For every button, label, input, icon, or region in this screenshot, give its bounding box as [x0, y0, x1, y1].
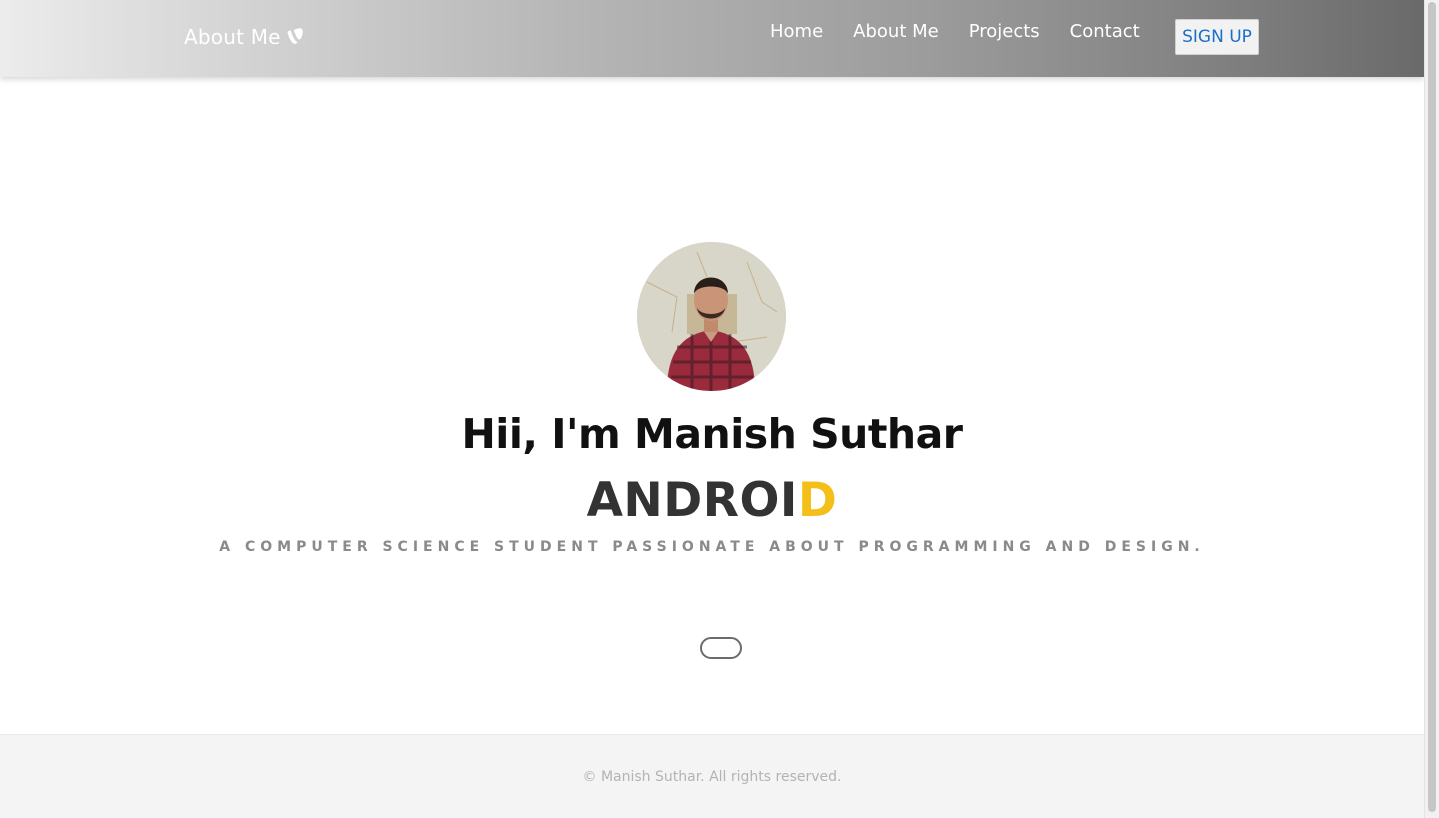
nav-links: Home About Me Projects Contact	[770, 18, 1170, 46]
nav-contact-link[interactable]: Contact	[1070, 18, 1140, 46]
profile-photo	[637, 242, 786, 391]
footer: © Manish Suthar. All rights reserved.	[0, 734, 1424, 818]
nav-projects-link[interactable]: Projects	[969, 18, 1040, 46]
hero-role-text: ANDROI	[586, 473, 798, 528]
navbar: About Me Home About Me Projects Contact …	[0, 0, 1424, 77]
profile-avatar	[637, 242, 786, 391]
hero-tagline: A COMPUTER SCIENCE STUDENT PASSIONATE AB…	[219, 539, 1205, 555]
scroll-down-indicator[interactable]	[700, 637, 742, 659]
brand-link[interactable]: About Me	[184, 22, 303, 52]
nav-home-link[interactable]: Home	[770, 18, 823, 46]
hero-title: Hii, I'm Manish Suthar	[461, 410, 963, 458]
hero-section: Hii, I'm Manish Suthar ANDROID A COMPUTE…	[0, 77, 1424, 734]
hero-role-typing: ANDROID	[0, 473, 1424, 528]
brand-label: About Me	[184, 25, 281, 49]
vertical-scrollbar[interactable]	[1424, 0, 1439, 818]
typo3-icon	[287, 26, 303, 44]
scrollbar-thumb[interactable]	[1428, 2, 1436, 812]
page: About Me Home About Me Projects Contact …	[0, 0, 1424, 818]
hero-role-cursor-char: D	[797, 473, 838, 528]
footer-copyright: © Manish Suthar. All rights reserved.	[582, 769, 842, 785]
signup-button[interactable]: SIGN UP	[1175, 19, 1259, 55]
nav-about-link[interactable]: About Me	[853, 18, 939, 46]
